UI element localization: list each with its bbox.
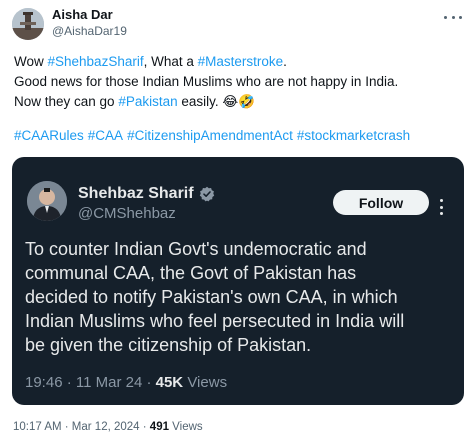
more-horizontal-icon[interactable] <box>444 12 462 22</box>
tweet-timestamp[interactable]: 10:17 AM · Mar 12, 2024 · <box>13 421 150 433</box>
quoted-text-line: be given the citizenship of Pakistan. <box>25 335 312 355</box>
author-avatar[interactable] <box>12 8 44 40</box>
quoted-text-line: communal CAA, the Govt of Pakistan has <box>25 263 357 283</box>
quoted-tweet-text: To counter Indian Govt's undemocratic an… <box>25 237 455 357</box>
hashtag-link[interactable]: #Pakistan <box>118 94 177 109</box>
quoted-author-avatar[interactable] <box>27 181 67 221</box>
text-segment: . <box>283 54 287 69</box>
hashtag-link[interactable]: #CAARules <box>14 128 84 143</box>
text-segment: , What a <box>143 54 198 69</box>
quoted-text-line: Indian Muslims who feel persecuted in In… <box>25 311 405 331</box>
quoted-views-count: 45K <box>155 374 184 391</box>
quoted-views-label: Views <box>183 374 228 391</box>
text-segment: Good news for those Indian Muslims who a… <box>14 74 399 89</box>
text-segment: Wow <box>14 54 48 69</box>
author-handle[interactable]: @AishaDar19 <box>52 23 127 39</box>
quoted-author-name[interactable]: Shehbaz Sharif <box>78 184 194 204</box>
quoted-tweet-card[interactable]: Shehbaz Sharif @CMShehbaz Follow To coun… <box>12 157 464 405</box>
hashtag-link[interactable]: #ShehbazSharif <box>48 54 144 69</box>
views-count: 491 <box>149 421 169 433</box>
hashtag-link[interactable]: #CitizenshipAmendmentAct <box>127 128 293 143</box>
tweet-text: Wow #ShehbazSharif, What a #Masterstroke… <box>14 52 466 112</box>
tweet-line: Now they can go #Pakistan easily. 😂🤣 <box>14 92 466 112</box>
text-segment: easily. 😂🤣 <box>177 94 255 109</box>
text-segment: Now they can go <box>14 94 119 109</box>
quoted-author-info: Shehbaz Sharif <box>78 184 215 204</box>
tweet-line: Good news for those Indian Muslims who a… <box>14 72 466 92</box>
quoted-timestamp[interactable]: 19:46 · 11 Mar 24 · <box>25 374 156 391</box>
hashtag-link[interactable]: #stockmarketcrash <box>297 128 410 143</box>
tweet: Aisha Dar @AishaDar19 Wow #ShehbazSharif… <box>0 0 476 442</box>
quoted-text-line: decided to notify Pakistan's own CAA, in… <box>25 287 398 307</box>
hashtag-list: #CAARules #CAA #CitizenshipAmendmentAct #st… <box>14 126 414 146</box>
tweet-line: Wow #ShehbazSharif, What a #Masterstroke… <box>14 52 466 72</box>
quoted-text-line: To counter Indian Govt's undemocratic an… <box>25 239 367 259</box>
verified-badge-icon <box>199 186 215 202</box>
views-label: Views <box>168 421 203 433</box>
hashtag-link[interactable]: #Masterstroke <box>198 54 284 69</box>
follow-button[interactable]: Follow <box>333 190 429 215</box>
tweet-meta: 10:17 AM · Mar 12, 2024 · 491 Views <box>13 419 203 435</box>
author-info: Aisha Dar @AishaDar19 <box>52 7 127 39</box>
author-name[interactable]: Aisha Dar <box>52 7 127 23</box>
hashtag-link[interactable]: #CAA <box>88 128 123 143</box>
quoted-author-handle[interactable]: @CMShehbaz <box>78 205 176 223</box>
quoted-tweet-meta: 19:46 · 11 Mar 24 · 45K Views <box>25 373 227 393</box>
more-vertical-icon[interactable] <box>440 199 444 215</box>
